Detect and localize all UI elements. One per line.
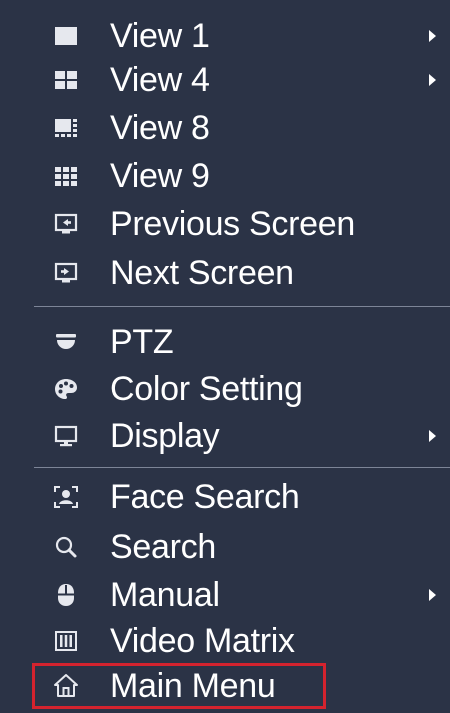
context-menu: View 1 View 4 View 8 View 9 Previous Scr… [0, 0, 450, 713]
menu-item-label: Main Menu [110, 667, 276, 705]
menu-item-label: Search [110, 528, 216, 566]
next-screen-icon [52, 259, 80, 287]
submenu-arrow-icon [429, 430, 436, 442]
menu-item-view-4[interactable]: View 4 [0, 55, 450, 105]
face-search-icon [52, 483, 80, 511]
ptz-icon [52, 328, 80, 356]
menu-item-label: View 9 [110, 157, 210, 195]
monitor-icon [52, 422, 80, 450]
menu-divider [34, 467, 450, 468]
menu-item-view-1[interactable]: View 1 [0, 11, 450, 61]
view1-icon [52, 22, 80, 50]
home-icon [52, 672, 80, 700]
menu-divider [34, 306, 450, 307]
menu-item-label: Color Setting [110, 370, 303, 408]
menu-item-color-setting[interactable]: Color Setting [0, 364, 450, 414]
menu-item-display[interactable]: Display [0, 411, 450, 461]
menu-item-next-screen[interactable]: Next Screen [0, 248, 450, 298]
search-icon [52, 533, 80, 561]
video-matrix-icon [52, 627, 80, 655]
menu-item-view-9[interactable]: View 9 [0, 151, 450, 201]
menu-item-label: View 8 [110, 109, 210, 147]
menu-item-label: Next Screen [110, 254, 294, 292]
menu-item-previous-screen[interactable]: Previous Screen [0, 199, 450, 249]
menu-item-label: Video Matrix [110, 622, 295, 660]
view9-icon [52, 162, 80, 190]
menu-item-label: Manual [110, 576, 220, 614]
menu-item-main-menu[interactable]: Main Menu [0, 661, 450, 711]
menu-item-label: PTZ [110, 323, 174, 361]
menu-item-face-search[interactable]: Face Search [0, 472, 450, 522]
submenu-arrow-icon [429, 30, 436, 42]
submenu-arrow-icon [429, 589, 436, 601]
menu-item-view-8[interactable]: View 8 [0, 103, 450, 153]
menu-item-label: Previous Screen [110, 205, 355, 243]
menu-item-label: View 1 [110, 17, 210, 55]
menu-item-label: Display [110, 417, 220, 455]
submenu-arrow-icon [429, 74, 436, 86]
mouse-icon [52, 581, 80, 609]
view4-icon [52, 66, 80, 94]
menu-item-ptz[interactable]: PTZ [0, 317, 450, 367]
palette-icon [52, 375, 80, 403]
view8-icon [52, 114, 80, 142]
menu-item-manual[interactable]: Manual [0, 570, 450, 620]
menu-item-search[interactable]: Search [0, 522, 450, 572]
previous-screen-icon [52, 210, 80, 238]
menu-item-label: Face Search [110, 478, 300, 516]
menu-item-video-matrix[interactable]: Video Matrix [0, 616, 450, 666]
menu-item-label: View 4 [110, 61, 210, 99]
